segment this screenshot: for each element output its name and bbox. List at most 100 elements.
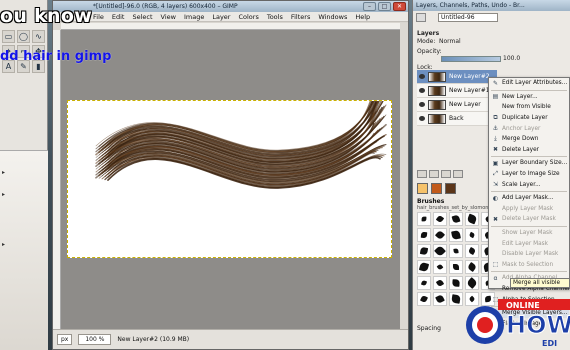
- swatch[interactable]: [417, 183, 428, 194]
- delete-icon: ✖: [492, 215, 499, 223]
- brush-preset[interactable]: [449, 212, 463, 226]
- new-layer-icon: ▤: [492, 93, 499, 101]
- brush-preset[interactable]: [449, 276, 463, 290]
- blank-icon: [492, 240, 499, 247]
- eye-icon[interactable]: [419, 102, 425, 107]
- new-layer-icon[interactable]: [417, 170, 427, 178]
- opacity-slider[interactable]: [441, 56, 501, 62]
- menu-item-show-layer-mask[interactable]: Show Layer Mask: [489, 228, 569, 239]
- brush-shape-icon: [420, 231, 428, 239]
- menu-item-label: New from Visible: [502, 104, 551, 111]
- brush-preset[interactable]: [433, 276, 447, 290]
- menu-item-duplicate-layer[interactable]: ⧉ Duplicate Layer: [489, 113, 569, 124]
- menu-image[interactable]: Image: [184, 12, 204, 21]
- brush-preset[interactable]: [417, 212, 431, 226]
- brush-preset[interactable]: [417, 244, 431, 258]
- brush-preset[interactable]: [465, 228, 479, 242]
- minimize-icon[interactable]: –: [363, 2, 376, 11]
- brush-preset[interactable]: [417, 228, 431, 242]
- vertical-ruler[interactable]: [53, 30, 61, 329]
- menu-layer[interactable]: Layer: [212, 12, 230, 21]
- mask-icon: ◐: [492, 194, 499, 202]
- menu-item-layer-boundary-size[interactable]: ▣ Layer Boundary Size...: [489, 158, 569, 169]
- menu-tools[interactable]: Tools: [267, 12, 283, 21]
- brush-preset[interactable]: [417, 292, 431, 306]
- brush-preset[interactable]: [433, 244, 447, 258]
- layer-thumbnail: [428, 113, 446, 124]
- brush-preset[interactable]: [433, 212, 447, 226]
- brush-preset[interactable]: [465, 260, 479, 274]
- brush-preset[interactable]: [433, 292, 447, 306]
- menu-item-disable-layer-mask[interactable]: Disable Layer Mask: [489, 249, 569, 260]
- menu-item-layer-to-image-size[interactable]: ⤢ Layer to Image Size: [489, 169, 569, 180]
- maximize-icon[interactable]: □: [378, 2, 391, 11]
- menu-item-new-from-visible[interactable]: New from Visible: [489, 102, 569, 113]
- brush-preset[interactable]: [465, 244, 479, 258]
- brush-preset[interactable]: [465, 212, 479, 226]
- menu-view[interactable]: View: [161, 12, 176, 21]
- brush-preset[interactable]: [449, 244, 463, 258]
- menu-item-anchor-layer[interactable]: ⚓ Anchor Layer: [489, 123, 569, 134]
- opacity-value[interactable]: 100.0: [503, 55, 520, 62]
- menu-item-new-layer[interactable]: ▤ New Layer...: [489, 92, 569, 103]
- raise-layer-icon[interactable]: [429, 170, 439, 178]
- brush-preset[interactable]: [433, 228, 447, 242]
- zoom-select[interactable]: 100 %: [78, 334, 112, 345]
- rect-select-tool-icon[interactable]: ▭: [2, 30, 15, 43]
- status-bar: px 100 % New Layer#2 (10.9 MB): [53, 329, 408, 349]
- unit-select[interactable]: px: [57, 334, 73, 345]
- layer-row[interactable]: Back: [417, 112, 497, 126]
- menu-filters[interactable]: Filters: [291, 12, 310, 21]
- menu-item-delete-layer-mask[interactable]: ✖ Delete Layer Mask: [489, 214, 569, 225]
- image-canvas[interactable]: [67, 74, 392, 258]
- layer-row[interactable]: New Layer#2: [417, 70, 497, 84]
- logo-main-text: HOW: [506, 311, 570, 339]
- image-window-title: *[Untitled]-96.0 (RGB, 4 layers) 600x400…: [53, 1, 408, 12]
- vertical-scrollbar[interactable]: [400, 23, 408, 329]
- layer-row[interactable]: New Layer: [417, 98, 497, 112]
- brush-shape-icon: [421, 216, 427, 222]
- menu-file[interactable]: File: [93, 12, 104, 21]
- brush-preset[interactable]: [465, 276, 479, 290]
- mode-select[interactable]: Normal: [439, 38, 461, 45]
- eye-icon[interactable]: [419, 88, 425, 93]
- menu-item-merge-down[interactable]: ⤓ Merge Down: [489, 134, 569, 145]
- ellipse-select-tool-icon[interactable]: ◯: [17, 30, 30, 43]
- duplicate-layer-icon[interactable]: [453, 170, 463, 178]
- menu-item-add-layer-mask[interactable]: ◐ Add Layer Mask...: [489, 193, 569, 204]
- horizontal-ruler[interactable]: [61, 23, 400, 30]
- layers-tab-icon[interactable]: [416, 13, 426, 22]
- swatch[interactable]: [431, 183, 442, 194]
- eye-icon[interactable]: [419, 116, 425, 121]
- menu-item-apply-layer-mask[interactable]: Apply Layer Mask: [489, 204, 569, 215]
- brush-preset[interactable]: [417, 260, 431, 274]
- menu-edit[interactable]: Edit: [112, 12, 125, 21]
- tool-options-panel: ▸ ▸ ▸: [0, 150, 48, 350]
- brush-preset[interactable]: [449, 260, 463, 274]
- lower-layer-icon[interactable]: [441, 170, 451, 178]
- swatch[interactable]: [445, 183, 456, 194]
- brush-preset[interactable]: [449, 228, 463, 242]
- lasso-tool-icon[interactable]: ∿: [32, 30, 45, 43]
- menu-windows[interactable]: Windows: [318, 12, 347, 21]
- menu-help[interactable]: Help: [355, 12, 370, 21]
- image-select[interactable]: Untitled-96: [438, 13, 498, 22]
- menu-colors[interactable]: Colors: [238, 12, 258, 21]
- menu-item-edit-layer-mask[interactable]: Edit Layer Mask: [489, 238, 569, 249]
- layer-thumbnail: [428, 85, 446, 96]
- brush-preset[interactable]: [449, 292, 463, 306]
- menu-item-mask-to-selection[interactable]: ⬚ Mask to Selection: [489, 260, 569, 271]
- brush-preset[interactable]: [433, 260, 447, 274]
- menu-item-edit-layer-attributes[interactable]: ✎ Edit Layer Attributes...: [489, 78, 569, 89]
- layer-context-menu: ✎ Edit Layer Attributes... ▤ New Layer... Ne…: [488, 77, 570, 327]
- menu-item-label: Scale Layer...: [502, 181, 541, 188]
- brush-preset[interactable]: [417, 276, 431, 290]
- duplicate-icon: ⧉: [493, 114, 498, 122]
- close-icon[interactable]: ✕: [393, 2, 406, 11]
- eye-icon[interactable]: [419, 74, 425, 79]
- menu-item-scale-layer[interactable]: ⇲ Scale Layer...: [489, 179, 569, 190]
- menu-item-label: Delete Layer: [502, 146, 540, 153]
- menu-select[interactable]: Select: [132, 12, 152, 21]
- menu-item-delete-layer[interactable]: ✖ Delete Layer: [489, 145, 569, 156]
- layer-row[interactable]: New Layer#1: [417, 84, 497, 98]
